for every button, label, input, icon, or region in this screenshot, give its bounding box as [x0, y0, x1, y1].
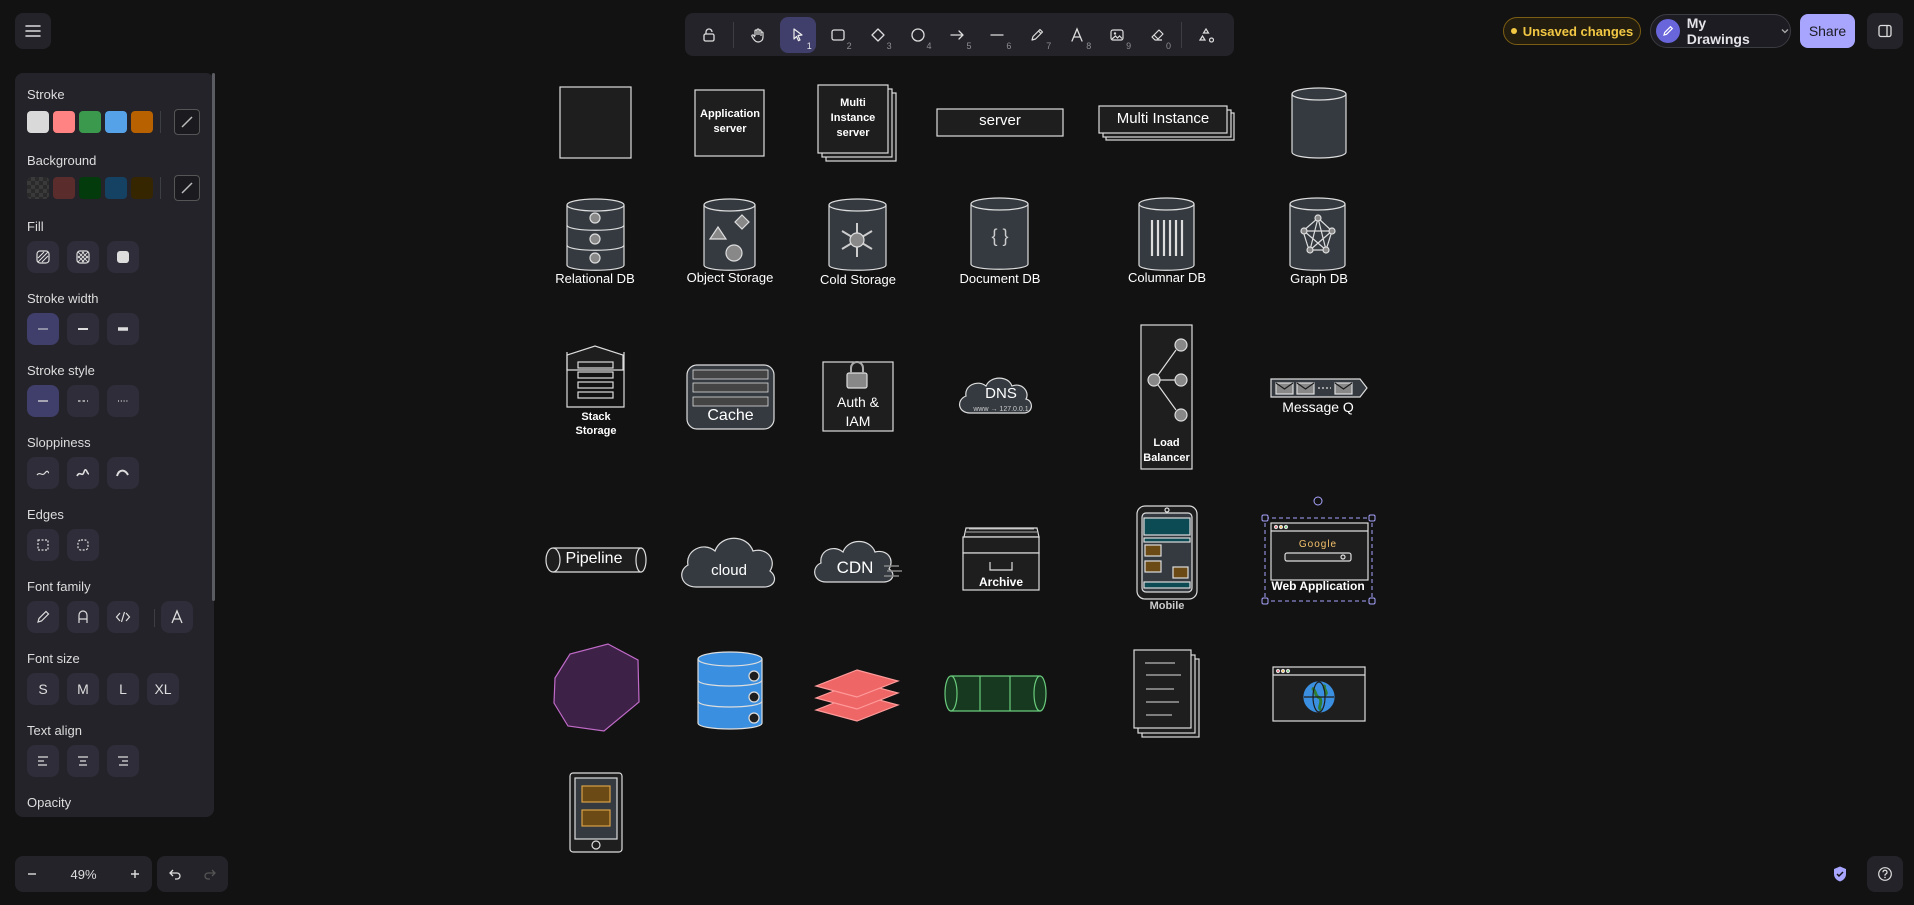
label-columnar-db: Columnar DB	[1127, 270, 1207, 285]
document-stack-icon	[1133, 649, 1200, 738]
label-web-application: Web Application	[1271, 579, 1365, 593]
label-load-balancer: Load Balancer	[1143, 437, 1190, 464]
plain-server-box	[559, 86, 632, 159]
label-archive: Archive	[978, 575, 1024, 589]
hexagon-shape	[553, 643, 640, 732]
label-pipeline: Pipeline	[565, 550, 623, 567]
zoom-controls: 49%	[15, 856, 152, 892]
label-google: Google	[1298, 539, 1338, 550]
undo-redo-controls	[157, 856, 228, 892]
message-queue-icon	[1270, 378, 1368, 398]
label-document-db: Document DB	[959, 271, 1041, 286]
shield-check-icon[interactable]	[1826, 860, 1854, 888]
cold-storage-icon	[828, 198, 887, 271]
relational-db-icon	[566, 198, 625, 271]
zoom-in-icon[interactable]	[128, 867, 142, 881]
label-relational-db: Relational DB	[555, 271, 635, 286]
graph-db-icon	[1289, 197, 1346, 271]
green-pipe-icon	[944, 675, 1047, 712]
undo-icon[interactable]	[167, 866, 183, 882]
label-multi-instance: Multi Instance	[1116, 110, 1210, 127]
label-dns: DNS	[985, 385, 1017, 402]
drawing-canvas[interactable]	[0, 0, 1914, 905]
help-icon	[1878, 867, 1892, 881]
blue-database-icon	[697, 651, 763, 730]
label-cloud: cloud	[711, 562, 747, 579]
mobile-device-icon	[1136, 505, 1198, 600]
label-document-db-braces: { }	[991, 226, 1009, 246]
label-application-server: Application server	[700, 108, 760, 135]
zoom-out-icon[interactable]	[25, 867, 39, 881]
columnar-db-icon	[1138, 197, 1195, 271]
zoom-level[interactable]: 49%	[70, 867, 96, 882]
label-server: server	[979, 112, 1021, 129]
red-layers-icon	[814, 669, 900, 722]
label-message-q: Message Q	[1282, 399, 1354, 415]
database-cylinder	[1291, 94, 1347, 159]
label-cache: Cache	[707, 407, 754, 424]
label-object-storage: Object Storage	[686, 270, 774, 285]
label-stack-storage: Stack Storage	[575, 411, 617, 437]
label-cold-storage: Cold Storage	[820, 272, 896, 287]
browser-globe-icon	[1272, 666, 1366, 722]
object-storage-icon	[703, 198, 756, 271]
label-mobile: Mobile	[1149, 600, 1185, 612]
help-button[interactable]	[1867, 856, 1903, 892]
stack-storage-icon	[566, 345, 625, 408]
web-application-icon	[1270, 522, 1369, 581]
tablet-device-icon	[569, 772, 623, 853]
label-cdn: CDN	[836, 558, 874, 577]
redo-icon[interactable]	[202, 866, 218, 882]
label-multi-instance-server: Multi Instance server	[830, 97, 876, 139]
label-dns-sub: www → 127.0.0.1	[973, 406, 1029, 413]
label-auth-iam: Auth & IAM	[836, 394, 880, 429]
label-graph-db: Graph DB	[1290, 271, 1348, 286]
